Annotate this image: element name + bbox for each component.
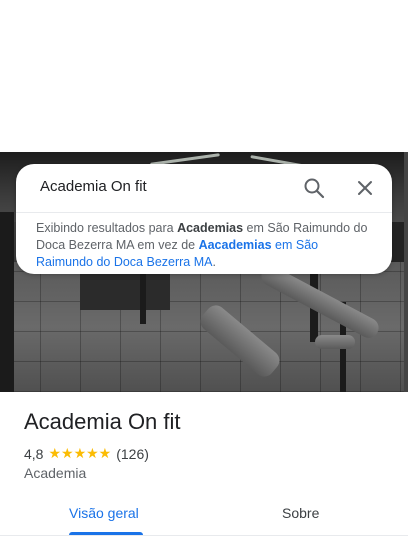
photo-bench-pad [315, 335, 355, 349]
rating-row[interactable]: 4,8 ★★★★★ (126) [24, 445, 149, 462]
spelling-correction-notice: Exibindo resultados para Academias em Sã… [36, 220, 376, 271]
search-input[interactable]: Academia On fit [40, 178, 147, 195]
close-icon[interactable] [353, 176, 377, 200]
notice-end: . [212, 255, 216, 269]
tab-about[interactable]: Sobre [282, 505, 319, 521]
tab-divider [0, 535, 408, 536]
star-rating-icon: ★★★★★ [48, 445, 112, 461]
photo-machine [80, 270, 170, 310]
photo-scrollbar[interactable] [404, 152, 408, 392]
place-title: Academia On fit [24, 409, 181, 434]
review-count[interactable]: (126) [116, 446, 149, 462]
search-icon[interactable] [302, 176, 326, 200]
search-card: Academia On fit Exibindo resultados para… [16, 164, 392, 274]
tab-bar: Visão geral Sobre [0, 500, 408, 544]
tab-overview[interactable]: Visão geral [69, 505, 139, 521]
notice-prefix: Exibindo resultados para [36, 221, 178, 235]
rating-value: 4,8 [24, 445, 44, 462]
notice-corrected-term: Academias [177, 221, 244, 235]
search-bar[interactable]: Academia On fit [16, 164, 392, 213]
place-category[interactable]: Academia [24, 465, 86, 481]
photo-machine [0, 212, 14, 392]
notice-original-term[interactable]: Aacademias [199, 238, 272, 252]
